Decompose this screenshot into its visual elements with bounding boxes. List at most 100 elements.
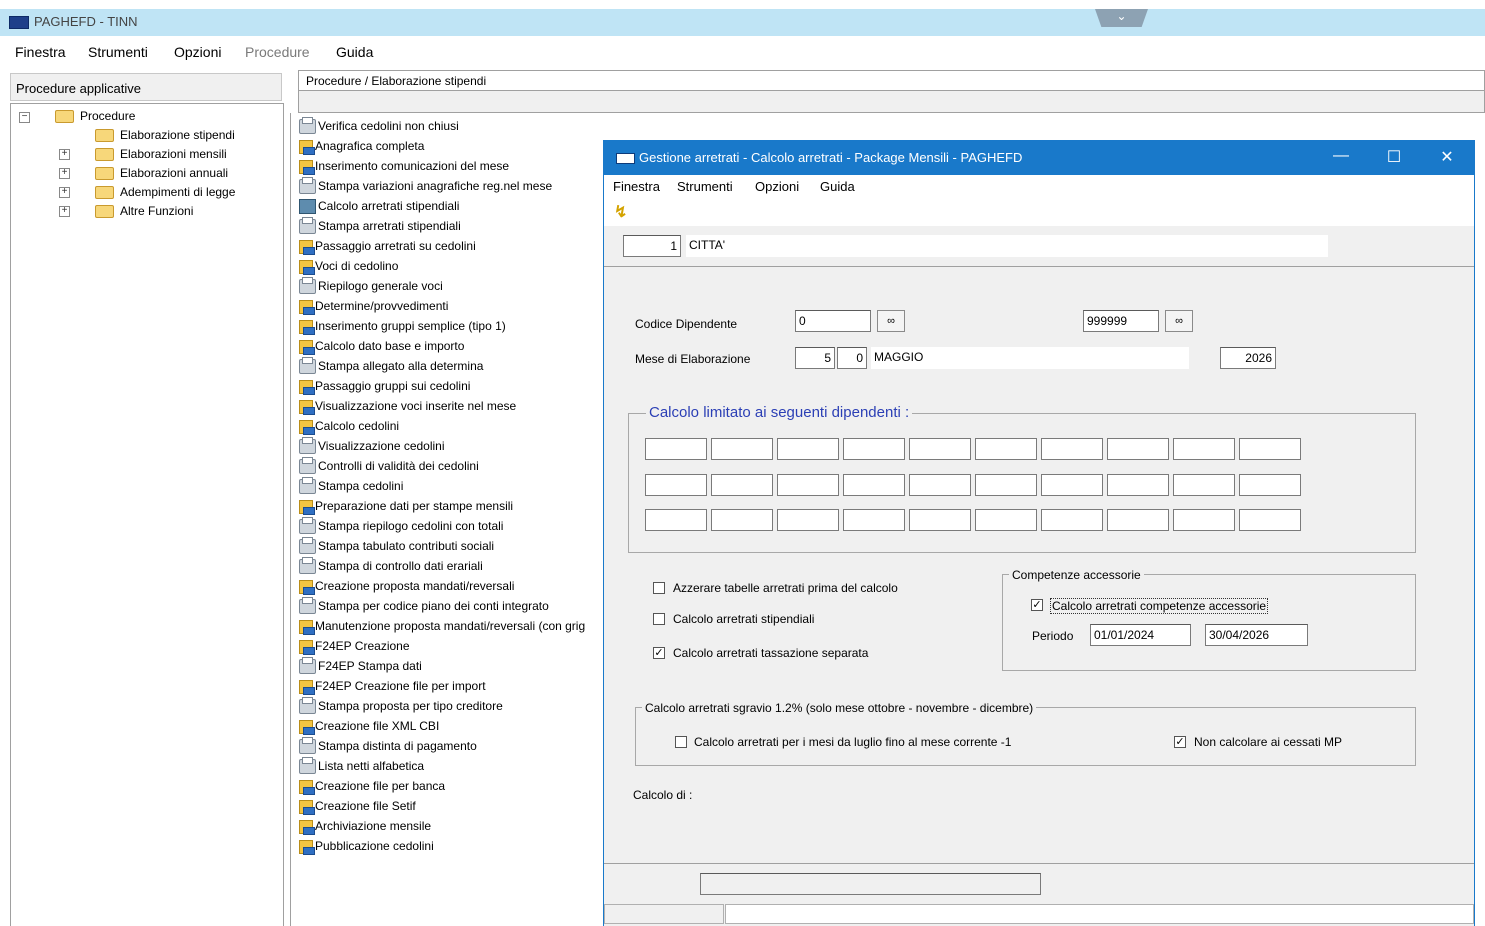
expand-icon[interactable]: + bbox=[59, 206, 70, 217]
procedure-item[interactable]: Manutenzione proposta mandati/reversali … bbox=[299, 616, 585, 636]
dipendente-field[interactable] bbox=[1041, 438, 1103, 460]
dipendente-field[interactable] bbox=[975, 509, 1037, 531]
dipendente-field[interactable] bbox=[909, 474, 971, 496]
procedure-item[interactable]: Controlli di validità dei cedolini bbox=[299, 456, 479, 476]
procedure-item[interactable]: F24EP Creazione bbox=[299, 636, 410, 656]
dipendente-field[interactable] bbox=[1173, 509, 1235, 531]
competenze-checkbox[interactable]: ✓ bbox=[1031, 599, 1043, 611]
procedure-item[interactable]: Passaggio gruppi sui cedolini bbox=[299, 376, 470, 396]
procedure-item[interactable]: Creazione file XML CBI bbox=[299, 716, 439, 736]
procedure-item[interactable]: Calcolo dato base e importo bbox=[299, 336, 464, 356]
menu-opzioni[interactable]: Opzioni bbox=[174, 44, 221, 60]
dipendente-field[interactable] bbox=[1107, 474, 1169, 496]
mese-sub-field[interactable]: 0 bbox=[837, 347, 867, 369]
menu-procedure[interactable]: Procedure bbox=[245, 44, 310, 60]
periodo-da-field[interactable]: 01/01/2024 bbox=[1090, 624, 1191, 646]
procedure-item[interactable]: Stampa cedolini bbox=[299, 476, 403, 496]
dipendente-field[interactable] bbox=[711, 474, 773, 496]
procedure-item[interactable]: Visualizzazione voci inserite nel mese bbox=[299, 396, 516, 416]
codice-da-field[interactable]: 0 bbox=[795, 310, 871, 332]
procedure-item[interactable]: Archiviazione mensile bbox=[299, 816, 431, 836]
dialog-menu-guida[interactable]: Guida bbox=[820, 179, 855, 194]
procedure-item[interactable]: Calcolo cedolini bbox=[299, 416, 399, 436]
procedure-item[interactable]: Verifica cedolini non chiusi bbox=[299, 116, 459, 136]
close-icon[interactable]: ✕ bbox=[1432, 147, 1462, 167]
dipendente-field[interactable] bbox=[711, 509, 773, 531]
dipendente-field[interactable] bbox=[843, 438, 905, 460]
collapse-ribbon-button[interactable]: ⌄ bbox=[1095, 9, 1148, 27]
ente-code-field[interactable]: 1 bbox=[623, 235, 681, 257]
menu-strumenti[interactable]: Strumenti bbox=[88, 44, 148, 60]
dipendente-field[interactable] bbox=[777, 438, 839, 460]
tree-item-elaborazioni-annuali[interactable]: Elaborazioni annuali bbox=[95, 164, 228, 182]
dipendente-field[interactable] bbox=[1173, 474, 1235, 496]
tree-item-altre-funzioni[interactable]: Altre Funzioni bbox=[95, 202, 193, 220]
stipendiali-checkbox[interactable] bbox=[653, 613, 665, 625]
procedure-item[interactable]: Riepilogo generale voci bbox=[299, 276, 443, 296]
cessati-checkbox[interactable]: ✓ bbox=[1174, 736, 1186, 748]
procedure-item[interactable]: Pubblicazione cedolini bbox=[299, 836, 434, 856]
dipendente-field[interactable] bbox=[1107, 438, 1169, 460]
dipendente-field[interactable] bbox=[843, 509, 905, 531]
lightning-icon[interactable]: ↯ bbox=[614, 202, 627, 222]
expand-icon[interactable]: + bbox=[59, 187, 70, 198]
dipendente-field[interactable] bbox=[1041, 474, 1103, 496]
dipendente-field[interactable] bbox=[1239, 438, 1301, 460]
procedure-item[interactable]: Voci di cedolino bbox=[299, 256, 398, 276]
mese-num-field[interactable]: 5 bbox=[795, 347, 835, 369]
dialog-menu-opzioni[interactable]: Opzioni bbox=[755, 179, 799, 194]
dipendente-field[interactable] bbox=[1173, 438, 1235, 460]
tree-root-procedure[interactable]: Procedure bbox=[55, 107, 135, 125]
dialog-menu-finestra[interactable]: Finestra bbox=[613, 179, 660, 194]
procedure-item[interactable]: Stampa per codice piano dei conti integr… bbox=[299, 596, 549, 616]
dipendente-field[interactable] bbox=[1107, 509, 1169, 531]
dipendente-field[interactable] bbox=[1041, 509, 1103, 531]
procedure-item[interactable]: Anagrafica completa bbox=[299, 136, 424, 156]
dipendente-field[interactable] bbox=[975, 438, 1037, 460]
procedure-item[interactable]: Visualizzazione cedolini bbox=[299, 436, 445, 456]
procedure-item[interactable]: Lista netti alfabetica bbox=[299, 756, 424, 776]
dipendente-field[interactable] bbox=[777, 474, 839, 496]
sgravio-mesi-checkbox[interactable] bbox=[675, 736, 687, 748]
procedure-item[interactable]: Stampa variazioni anagrafiche reg.nel me… bbox=[299, 176, 552, 196]
dipendente-field[interactable] bbox=[975, 474, 1037, 496]
tree-item-elaborazione-stipendi[interactable]: Elaborazione stipendi bbox=[95, 126, 235, 144]
lookup-glasses-icon[interactable]: ∞ bbox=[877, 310, 905, 332]
dialog-menu-strumenti[interactable]: Strumenti bbox=[677, 179, 733, 194]
lookup-glasses-icon[interactable]: ∞ bbox=[1165, 310, 1193, 332]
dipendente-field[interactable] bbox=[777, 509, 839, 531]
dipendente-field[interactable] bbox=[1239, 474, 1301, 496]
procedure-item[interactable]: Stampa arretrati stipendiali bbox=[299, 216, 461, 236]
dipendente-field[interactable] bbox=[645, 509, 707, 531]
procedure-item[interactable]: Inserimento comunicazioni del mese bbox=[299, 156, 509, 176]
dipendente-field[interactable] bbox=[909, 509, 971, 531]
dipendente-field[interactable] bbox=[843, 474, 905, 496]
maximize-icon[interactable]: ☐ bbox=[1379, 147, 1409, 167]
procedure-item[interactable]: Calcolo arretrati stipendiali bbox=[299, 196, 459, 216]
menu-guida[interactable]: Guida bbox=[336, 44, 373, 60]
codice-a-field[interactable]: 999999 bbox=[1083, 310, 1159, 332]
periodo-a-field[interactable]: 30/04/2026 bbox=[1205, 624, 1308, 646]
procedure-item[interactable]: Stampa di controllo dati erariali bbox=[299, 556, 483, 576]
procedure-item[interactable]: Determine/provvedimenti bbox=[299, 296, 448, 316]
procedure-item[interactable]: Stampa riepilogo cedolini con totali bbox=[299, 516, 503, 536]
procedure-item[interactable]: Stampa allegato alla determina bbox=[299, 356, 483, 376]
azzerare-checkbox[interactable] bbox=[653, 582, 665, 594]
expand-icon[interactable]: + bbox=[59, 168, 70, 179]
procedure-item[interactable]: Creazione file per banca bbox=[299, 776, 445, 796]
tree-item-adempimenti-di-legge[interactable]: Adempimenti di legge bbox=[95, 183, 235, 201]
dipendente-field[interactable] bbox=[1239, 509, 1301, 531]
minimize-icon[interactable]: — bbox=[1326, 147, 1356, 165]
procedure-item[interactable]: Stampa tabulato contributi sociali bbox=[299, 536, 494, 556]
collapse-icon[interactable]: − bbox=[19, 112, 30, 123]
dipendente-field[interactable] bbox=[909, 438, 971, 460]
procedure-item[interactable]: Stampa proposta per tipo creditore bbox=[299, 696, 503, 716]
tree-item-elaborazioni-mensili[interactable]: Elaborazioni mensili bbox=[95, 145, 227, 163]
procedure-item[interactable]: Stampa distinta di pagamento bbox=[299, 736, 477, 756]
menu-finestra[interactable]: Finestra bbox=[15, 44, 66, 60]
tassazione-checkbox[interactable]: ✓ bbox=[653, 647, 665, 659]
procedure-item[interactable]: Creazione file Setif bbox=[299, 796, 416, 816]
expand-icon[interactable]: + bbox=[59, 149, 70, 160]
anno-field[interactable]: 2026 bbox=[1220, 347, 1276, 369]
dipendente-field[interactable] bbox=[645, 438, 707, 460]
